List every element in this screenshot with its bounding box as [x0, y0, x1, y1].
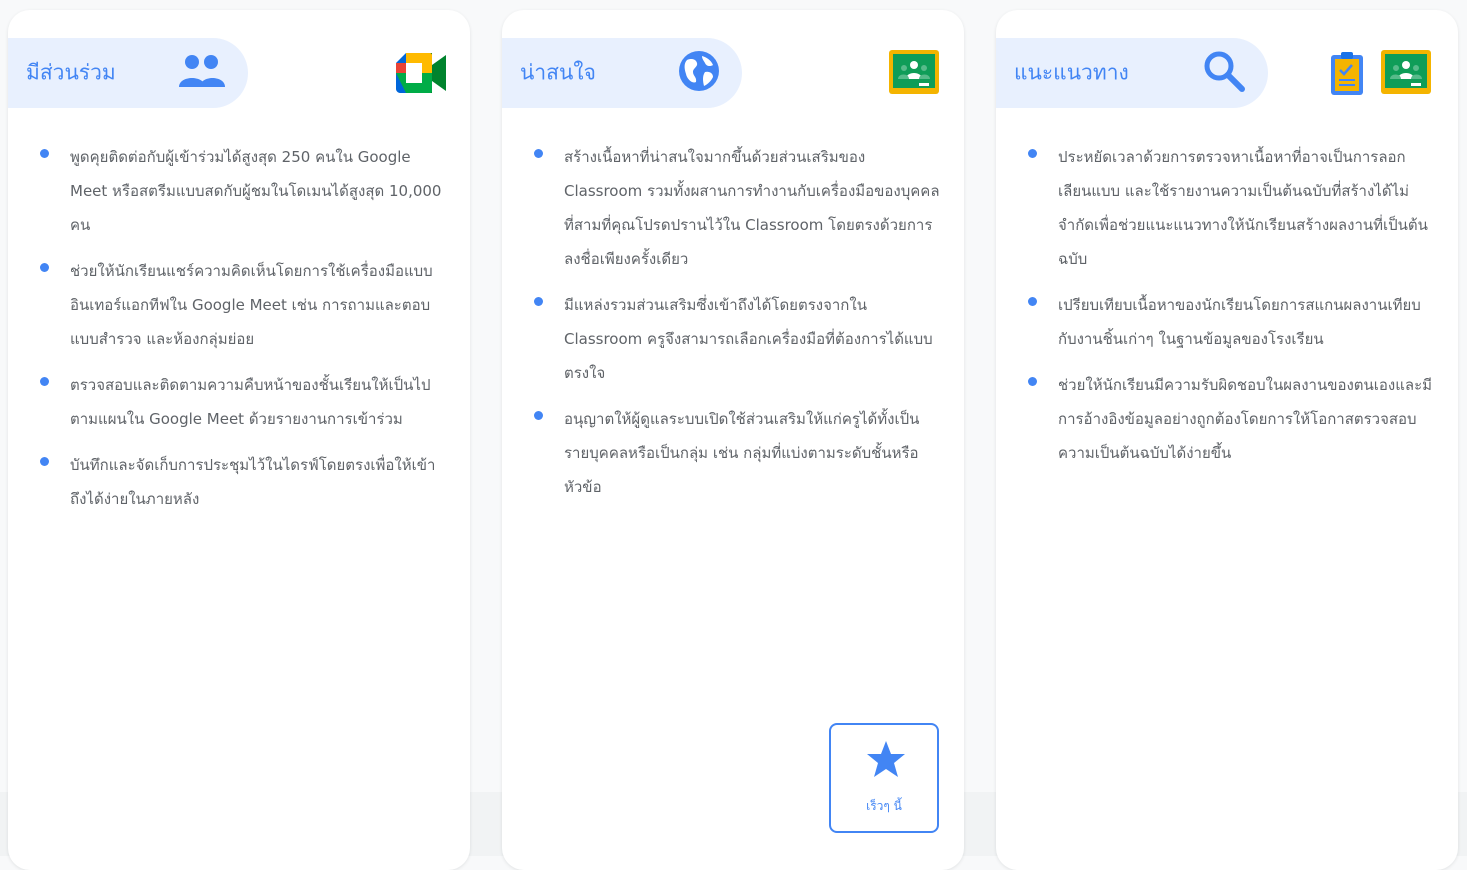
feature-list: ประหยัดเวลาด้วยการตรวจหาเนื้อหาที่อาจเป็…: [996, 140, 1458, 482]
card-title: น่าสนใจ: [520, 60, 596, 85]
list-item: เปรียบเทียบเนื้อหาของนักเรียนโดยการสแกนผ…: [996, 288, 1458, 356]
google-meet-icon: [396, 50, 448, 100]
feature-card-engage: มีส่วนร่วม พูดคุยติดต่อกับผู้เข้าร่วมได้…: [8, 10, 470, 870]
coming-soon-label: เร็วๆ นี้: [866, 799, 902, 813]
card-header-pill: มีส่วนร่วม: [8, 38, 248, 108]
bullet-dot: [40, 457, 49, 466]
card-title: มีส่วนร่วม: [26, 60, 116, 85]
star-icon: [867, 741, 905, 777]
list-item: มีแหล่งรวมส่วนเสริมซึ่งเข้าถึงได้โดยตรงจ…: [502, 288, 964, 390]
feature-card-interesting: น่าสนใจ สร้างเนื้อหาที่น่าสนใจมากขึ้นด้ว…: [502, 10, 964, 870]
bullet-dot: [40, 377, 49, 386]
bullet-dot: [534, 149, 543, 158]
search-icon: [1202, 49, 1246, 97]
google-classroom-icon: [889, 50, 939, 98]
list-item: สร้างเนื้อหาที่น่าสนใจมากขึ้นด้วยส่วนเสร…: [502, 140, 964, 276]
card-header-pill: แนะแนวทาง: [996, 38, 1268, 108]
list-item: อนุญาตให้ผู้ดูแลระบบเปิดใช้ส่วนเสริมให้แ…: [502, 402, 964, 504]
bullet-dot: [1028, 149, 1037, 158]
list-item: ช่วยให้นักเรียนแชร์ความคิดเห็นโดยการใช้เ…: [8, 254, 470, 356]
bullet-dot: [40, 263, 49, 272]
bullet-dot: [40, 149, 49, 158]
bullet-dot: [534, 297, 543, 306]
globe-icon: [678, 50, 720, 96]
card-title: แนะแนวทาง: [1014, 60, 1129, 85]
list-item: ตรวจสอบและติดตามความคืบหน้าของชั้นเรียนใ…: [8, 368, 470, 436]
bullet-dot: [534, 411, 543, 420]
assignments-icon: [1330, 50, 1364, 100]
google-classroom-icon: [1381, 50, 1431, 98]
people-icon: [178, 53, 226, 93]
bullet-dot: [1028, 297, 1037, 306]
coming-soon-badge: เร็วๆ นี้: [829, 723, 939, 833]
feature-list: สร้างเนื้อหาที่น่าสนใจมากขึ้นด้วยส่วนเสร…: [502, 140, 964, 516]
card-header-pill: น่าสนใจ: [502, 38, 742, 108]
feature-card-guide: แนะแนวทาง ประหยัดเวลาด้วยการตรวจหาเนื้อห…: [996, 10, 1458, 870]
bullet-dot: [1028, 377, 1037, 386]
list-item: ประหยัดเวลาด้วยการตรวจหาเนื้อหาที่อาจเป็…: [996, 140, 1458, 276]
list-item: บันทึกและจัดเก็บการประชุมไว้ในไดรฟ์โดยตร…: [8, 448, 470, 516]
list-item: ช่วยให้นักเรียนมีความรับผิดชอบในผลงานของ…: [996, 368, 1458, 470]
feature-list: พูดคุยติดต่อกับผู้เข้าร่วมได้สูงสุด 250 …: [8, 140, 470, 528]
list-item: พูดคุยติดต่อกับผู้เข้าร่วมได้สูงสุด 250 …: [8, 140, 470, 242]
